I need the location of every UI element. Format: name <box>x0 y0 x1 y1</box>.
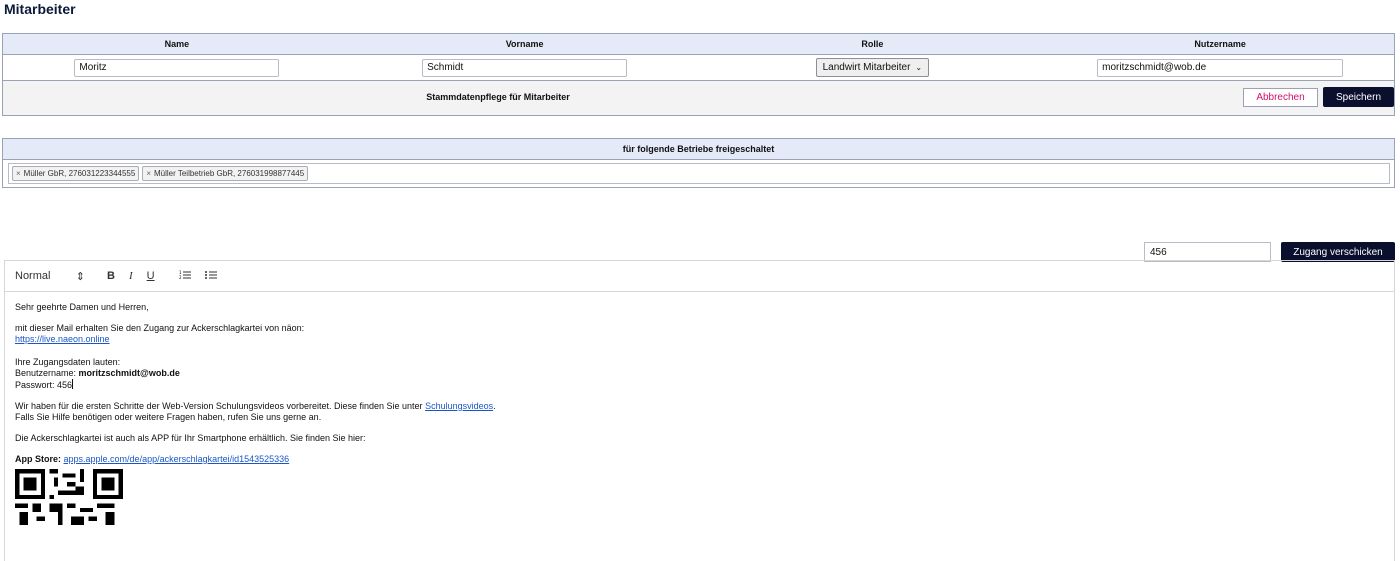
rolle-select[interactable]: Landwirt Mitarbeiter ⌄ <box>815 58 930 77</box>
employee-table-footer: Stammdatenpflege für Mitarbeiter Abbrech… <box>3 81 1394 115</box>
chevron-down-icon: ⌄ <box>915 63 923 72</box>
password-input[interactable] <box>1144 242 1271 262</box>
mail-editor: Normal ⇕ B I U 12 Sehr geehrte Damen und… <box>4 260 1395 561</box>
column-header-name: Name <box>164 39 190 49</box>
betriebe-tag-input[interactable]: × Müller GbR, 276031223344555 × Müller T… <box>8 163 1390 184</box>
footer-label: Stammdatenpflege für Mitarbeiter <box>426 92 570 102</box>
page-title: Mitarbeiter <box>4 1 76 17</box>
column-header-nutzername: Nutzername <box>1194 39 1246 49</box>
appstore-label: App Store: <box>15 454 61 464</box>
svg-text:2: 2 <box>179 275 182 280</box>
betrieb-tag: × Müller Teilbetrieb GbR, 27603199887744… <box>142 166 309 181</box>
send-access-button[interactable]: Zugang verschicken <box>1281 242 1395 262</box>
username-value: moritzschmidt@wob.de <box>78 368 180 378</box>
betrieb-tag: × Müller GbR, 276031223344555 <box>12 166 140 181</box>
credentials-intro: Ihre Zugangsdaten lauten: <box>15 357 121 367</box>
editor-content[interactable]: Sehr geehrte Damen und Herren, mit diese… <box>5 292 1394 539</box>
username-label: Benutzername: <box>15 368 79 378</box>
close-icon[interactable]: × <box>146 169 151 178</box>
password-value: 456 <box>57 380 73 390</box>
greeting-text: Sehr geehrte Damen und Herren, <box>15 302 149 312</box>
betrieb-tag-label: Müller Teilbetrieb GbR, 276031998877445 <box>153 169 305 178</box>
password-label: Passwort: <box>15 380 58 390</box>
nutzername-input[interactable] <box>1097 58 1344 77</box>
qr-code <box>15 469 123 529</box>
vorname-input[interactable] <box>422 58 628 77</box>
column-header-rolle: Rolle <box>861 39 884 49</box>
videos-text: Wir haben für die ersten Schritte der We… <box>15 401 426 411</box>
italic-button[interactable]: I <box>129 270 133 282</box>
format-select-value: Normal <box>15 270 51 282</box>
employee-table: Name Vorname Rolle Nutzername Landwirt M… <box>2 33 1395 116</box>
help-text: Falls Sie Hilfe benötigen oder weitere F… <box>15 412 322 422</box>
underline-button[interactable]: U <box>147 270 155 282</box>
name-input[interactable] <box>74 58 280 77</box>
betrieb-tag-label: Müller GbR, 276031223344555 <box>23 169 136 178</box>
app-text: Die Ackerschlagkartei ist auch als APP f… <box>15 433 366 443</box>
text-caret <box>72 379 74 389</box>
up-down-chevron-icon: ⇕ <box>75 270 85 283</box>
table-row: Landwirt Mitarbeiter ⌄ <box>3 55 1394 81</box>
format-select[interactable]: Normal ⇕ <box>15 270 85 283</box>
column-header-vorname: Vorname <box>505 39 544 49</box>
betriebe-panel: für folgende Betriebe freigeschaltet × M… <box>2 138 1395 188</box>
cancel-button[interactable]: Abbrechen <box>1243 88 1318 107</box>
employee-table-header: Name Vorname Rolle Nutzername <box>3 34 1394 55</box>
naeon-link[interactable]: https://live.naeon.online <box>15 334 110 344</box>
intro-text: mit dieser Mail erhalten Sie den Zugang … <box>15 323 305 333</box>
save-button[interactable]: Speichern <box>1323 87 1394 107</box>
bold-button[interactable]: B <box>107 270 115 282</box>
ordered-list-icon[interactable]: 12 <box>179 270 191 283</box>
editor-toolbar: Normal ⇕ B I U 12 <box>5 261 1394 292</box>
betriebe-header: für folgende Betriebe freigeschaltet <box>3 139 1394 160</box>
close-icon[interactable]: × <box>16 169 21 178</box>
bullet-list-icon[interactable] <box>204 270 217 283</box>
appstore-link[interactable]: apps.apple.com/de/app/ackerschlagkartei/… <box>64 454 290 464</box>
schulungsvideos-link[interactable]: Schulungsvideos <box>425 401 493 411</box>
rolle-select-value: Landwirt Mitarbeiter <box>822 62 911 73</box>
